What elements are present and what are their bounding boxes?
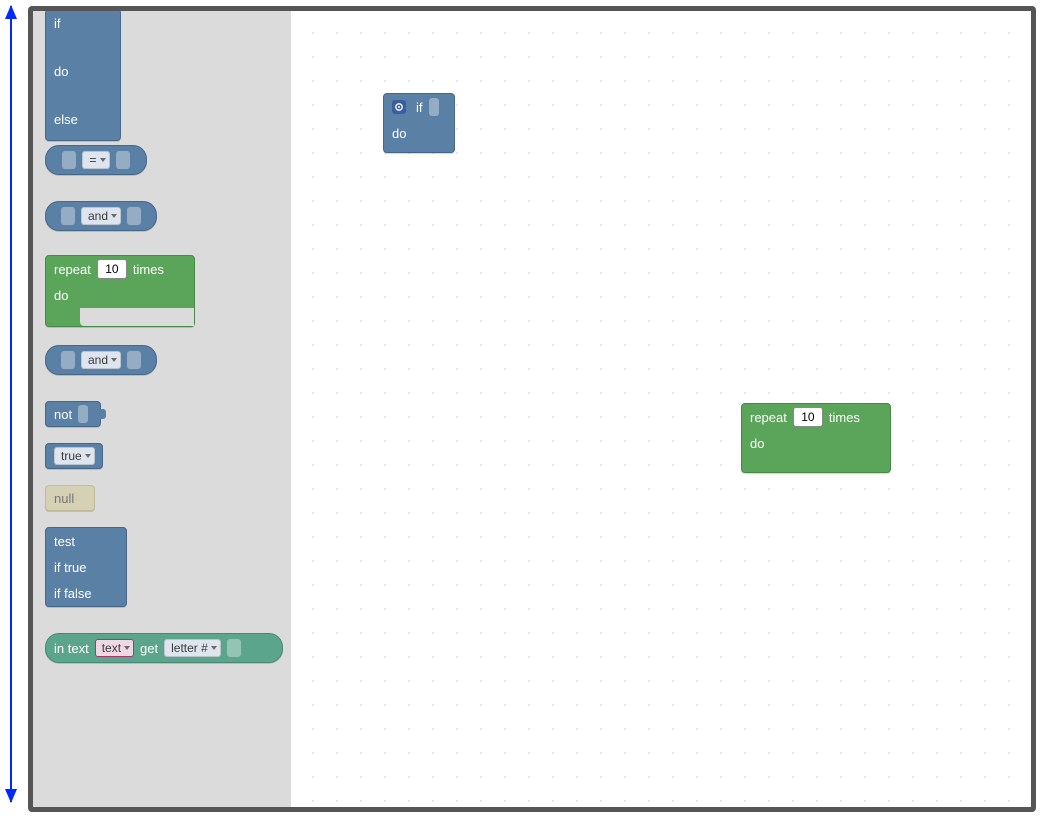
placed-repeat-block[interactable]: repeat 10 times do: [741, 403, 891, 473]
label-test: test: [54, 534, 75, 549]
label-if-false: if false: [54, 586, 92, 601]
mode-dropdown[interactable]: letter #: [164, 639, 221, 657]
and1-left-socket[interactable]: [61, 207, 75, 225]
var-dropdown[interactable]: text: [95, 639, 134, 657]
block-and-1[interactable]: and: [45, 201, 157, 231]
editor-window: if do else = and: [28, 6, 1036, 812]
label-do: do: [54, 288, 68, 303]
repeat-count-field[interactable]: 10: [97, 259, 127, 279]
label-do: do: [54, 64, 68, 79]
label-times: times: [829, 410, 860, 425]
block-in-text[interactable]: in text text get letter #: [45, 633, 283, 663]
and1-op-dropdown[interactable]: and: [81, 207, 121, 225]
label-in-text: in text: [54, 641, 89, 656]
compare-left-socket[interactable]: [62, 151, 76, 169]
block-null[interactable]: null: [45, 485, 95, 511]
and2-left-socket[interactable]: [61, 351, 75, 369]
label-else: else: [54, 112, 78, 127]
block-ternary[interactable]: test if true if false: [45, 527, 127, 607]
label-repeat: repeat: [54, 262, 91, 277]
compare-right-socket[interactable]: [116, 151, 130, 169]
label-repeat: repeat: [750, 410, 787, 425]
compare-op-dropdown[interactable]: =: [82, 151, 109, 169]
block-repeat-toolbox[interactable]: repeat 10 times do: [45, 255, 195, 327]
true-dropdown[interactable]: true: [54, 447, 95, 465]
and2-op-dropdown[interactable]: and: [81, 351, 121, 369]
gear-icon[interactable]: [392, 100, 406, 114]
block-if-else[interactable]: if do else: [45, 11, 121, 141]
placed-if-block[interactable]: if do: [383, 93, 455, 153]
block-not[interactable]: not: [45, 401, 101, 427]
workspace-canvas[interactable]: if do repeat 10 times do: [291, 11, 1031, 807]
label-get: get: [140, 641, 158, 656]
and1-right-socket[interactable]: [127, 207, 141, 225]
repeat-count-field[interactable]: 10: [793, 407, 823, 427]
label-null: null: [54, 491, 74, 506]
in-text-index-socket[interactable]: [227, 639, 241, 657]
block-and-2[interactable]: and: [45, 345, 157, 375]
label-if: if: [416, 100, 423, 115]
toolbox-panel[interactable]: if do else = and: [33, 11, 291, 807]
label-if-true: if true: [54, 560, 87, 575]
and2-right-socket[interactable]: [127, 351, 141, 369]
block-true[interactable]: true: [45, 443, 103, 469]
vertical-extent-arrow: [10, 6, 12, 802]
label-if: if: [54, 16, 61, 31]
label-do: do: [392, 126, 406, 141]
app-frame: if do else = and: [0, 0, 1042, 820]
label-do: do: [750, 436, 764, 451]
if-cond-socket[interactable]: [429, 98, 439, 116]
label-not: not: [54, 407, 72, 422]
label-times: times: [133, 262, 164, 277]
block-compare[interactable]: =: [45, 145, 147, 175]
not-socket[interactable]: [78, 405, 88, 423]
